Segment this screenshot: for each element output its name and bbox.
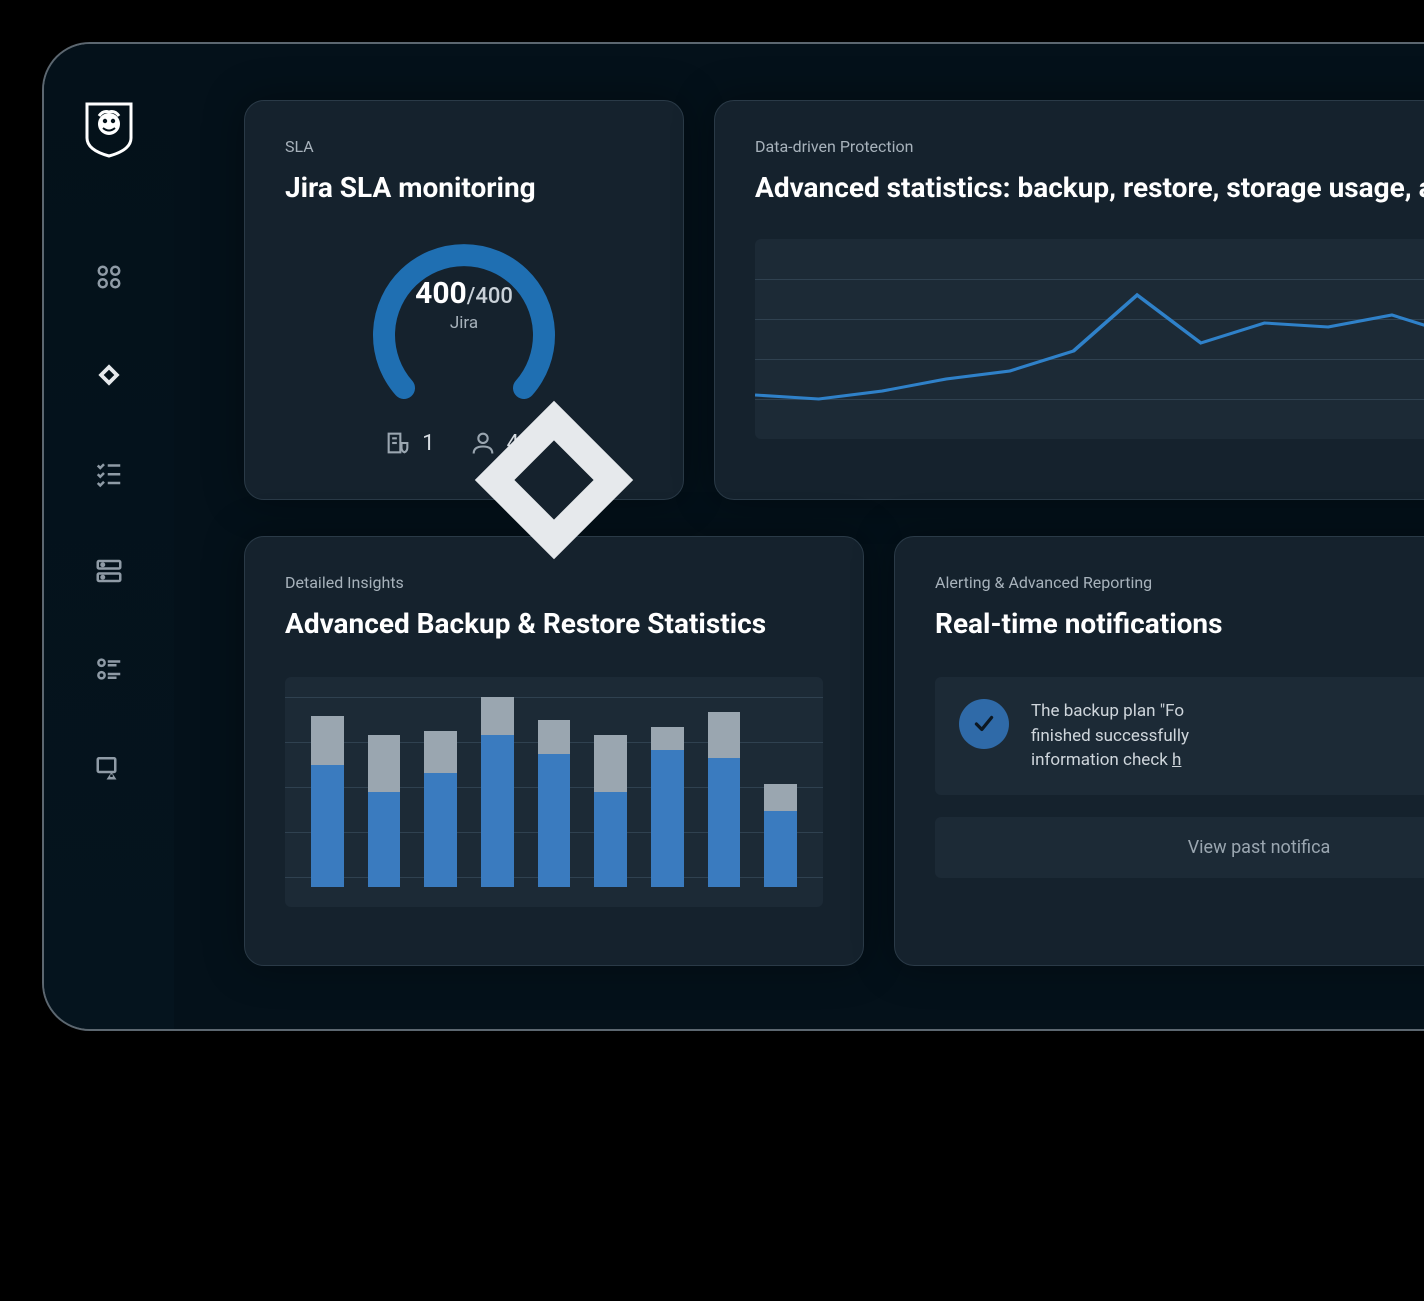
protection-eyebrow: Data-driven Protection [755, 137, 1424, 156]
bar-column [594, 735, 627, 887]
sla-gauge: 400/400 Jira [359, 223, 569, 403]
app-logo [83, 100, 135, 158]
bar-column [764, 784, 797, 887]
bar-column [368, 735, 401, 887]
bar-column [311, 716, 344, 887]
users-list-icon [94, 654, 124, 684]
gauge-max: 400 [475, 284, 513, 309]
device-alert-icon [94, 752, 124, 782]
bar-chart [285, 677, 823, 907]
server-icon [94, 556, 124, 586]
device-frame: SLA Jira SLA monitoring 400/400 Jira [42, 42, 1424, 1031]
gauge-current: 400 [415, 276, 467, 311]
sidebar [44, 44, 174, 1029]
bar-column [481, 697, 514, 887]
notification-text: The backup plan "Fo finished successfull… [1031, 699, 1189, 773]
main-content: SLA Jira SLA monitoring 400/400 Jira [174, 44, 1424, 1029]
past-link-label: View past notifica [1188, 837, 1331, 858]
protection-card: Data-driven Protection Advanced statisti… [714, 100, 1424, 500]
sla-orgs-stat: 1 [384, 429, 434, 457]
bar-column [651, 727, 684, 887]
sla-title: Jira SLA monitoring [285, 170, 643, 205]
nav-alerts[interactable] [90, 748, 128, 786]
nav-accounts[interactable] [90, 650, 128, 688]
gauge-label: Jira [450, 313, 478, 333]
view-past-notifications[interactable]: View past notifica [935, 817, 1424, 878]
success-check-icon [959, 699, 1009, 749]
diamond-icon [94, 360, 124, 390]
line-chart [755, 239, 1424, 439]
bar-column [424, 731, 457, 887]
orgs-count: 1 [422, 431, 434, 456]
nav-apps[interactable] [90, 258, 128, 296]
sla-eyebrow: SLA [285, 137, 643, 156]
notification-item[interactable]: The backup plan "Fo finished successfull… [935, 677, 1424, 795]
alerting-eyebrow: Alerting & Advanced Reporting [935, 573, 1424, 592]
insights-card: Detailed Insights Advanced Backup & Rest… [244, 536, 864, 966]
nav-storage[interactable] [90, 552, 128, 590]
alerting-title: Real-time notifications [935, 606, 1424, 641]
insights-title: Advanced Backup & Restore Statistics [285, 606, 823, 641]
grid-icon [94, 262, 124, 292]
alerting-card: Alerting & Advanced Reporting Real-time … [894, 536, 1424, 966]
bar-column [538, 720, 571, 887]
protection-title: Advanced statistics: backup, restore, st… [755, 170, 1424, 205]
building-shield-icon [384, 429, 412, 457]
sla-card: SLA Jira SLA monitoring 400/400 Jira [244, 100, 684, 500]
jira-diamond-icon [449, 375, 479, 405]
checklist-icon [94, 458, 124, 488]
nav-jira[interactable] [90, 356, 128, 394]
bar-column [708, 712, 741, 887]
gauge-value: 400/400 [415, 276, 513, 311]
nav-tasks[interactable] [90, 454, 128, 492]
